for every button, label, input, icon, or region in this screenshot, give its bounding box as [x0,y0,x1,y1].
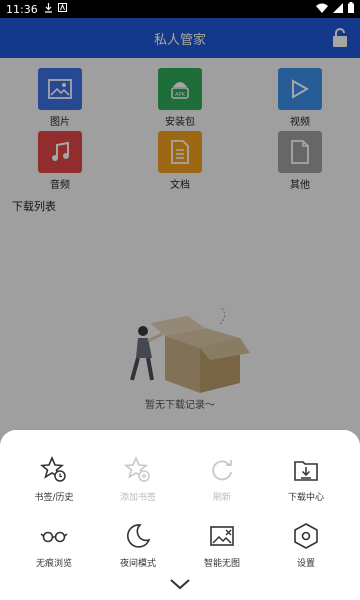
settings-icon [292,522,320,550]
menu-night-mode[interactable]: 夜间模式 [98,522,178,569]
refresh-icon [208,456,236,484]
download-center-icon [292,456,320,484]
menu-no-image[interactable]: 智能无图 [182,522,262,569]
notification-a-icon [57,3,67,15]
status-bar: 11:36 [0,0,360,18]
night-mode-icon [124,522,152,550]
bottom-menu-sheet: 书签/历史 添加书签 刷新 下载中心 无痕浏览 夜间模式 智能无图 设置 [0,430,360,600]
menu-refresh[interactable]: 刷新 [182,456,262,503]
no-image-icon [208,522,236,550]
status-time: 11:36 [6,2,38,16]
menu-label: 添加书签 [119,493,156,503]
menu-bookmark-history[interactable]: 书签/历史 [14,456,94,503]
wifi-icon [316,3,328,16]
menu-label: 刷新 [212,493,231,503]
chevron-down-icon[interactable] [168,576,192,590]
menu-label: 书签/历史 [34,493,74,503]
menu-label: 无痕浏览 [35,559,72,569]
menu-label: 下载中心 [287,493,324,503]
signal-icon [333,2,343,16]
menu-download-center[interactable]: 下载中心 [266,456,346,503]
menu-add-bookmark[interactable]: 添加书签 [98,456,178,503]
download-icon [44,2,53,16]
add-bookmark-icon [124,456,152,484]
menu-incognito[interactable]: 无痕浏览 [14,522,94,569]
incognito-icon [40,522,68,550]
bookmark-history-icon [40,456,68,484]
menu-label: 夜间模式 [119,559,156,569]
menu-settings[interactable]: 设置 [266,522,346,569]
battery-icon [348,2,354,16]
menu-label: 设置 [296,559,315,569]
menu-label: 智能无图 [203,559,240,569]
